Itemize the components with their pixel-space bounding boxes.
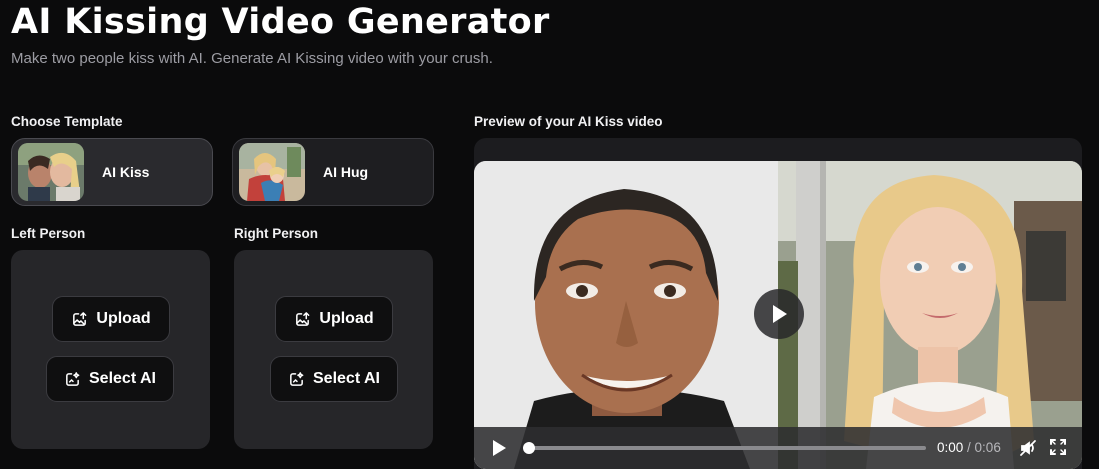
right-person-label: Right Person [234, 226, 319, 241]
time-separator: / [963, 440, 975, 455]
select-ai-label: Select AI [313, 370, 380, 387]
fullscreen-icon [1050, 439, 1066, 455]
template-name: AI Hug [323, 164, 369, 180]
play-icon [773, 305, 787, 323]
ai-select-icon [290, 371, 304, 386]
template-card-ai-kiss[interactable]: AI Kiss [11, 138, 213, 206]
upload-label: Upload [319, 310, 374, 327]
left-select-ai-button[interactable]: Select AI [46, 356, 174, 402]
video-controls: 0:00 / 0:06 [474, 427, 1082, 469]
right-person-panel: Upload Select AI [234, 250, 433, 449]
left-person-label: Left Person [11, 226, 86, 241]
select-ai-label: Select AI [89, 370, 156, 387]
right-upload-button[interactable]: Upload [275, 296, 393, 342]
play-button[interactable] [492, 439, 510, 457]
duration: 0:06 [974, 440, 1001, 455]
page-subtitle: Make two people kiss with AI. Generate A… [11, 50, 493, 67]
fullscreen-button[interactable] [1050, 439, 1066, 460]
ai-select-icon [66, 371, 80, 386]
time-display: 0:00 / 0:06 [937, 440, 1001, 455]
upload-image-icon [73, 311, 87, 326]
current-time: 0:00 [937, 440, 964, 455]
template-thumbnail-hug [239, 143, 305, 201]
progress-thumb[interactable] [523, 442, 535, 454]
upload-label: Upload [96, 310, 151, 327]
template-card-ai-hug[interactable]: AI Hug [232, 138, 434, 206]
big-play-button[interactable] [754, 289, 804, 339]
template-name: AI Kiss [102, 164, 150, 180]
preview-label: Preview of your AI Kiss video [474, 114, 663, 129]
left-person-panel: Upload Select AI [11, 250, 210, 449]
upload-image-icon [296, 311, 310, 326]
page: AI Kissing Video Generator Make two peop… [0, 0, 1099, 469]
mute-button[interactable] [1019, 439, 1037, 462]
left-upload-button[interactable]: Upload [52, 296, 170, 342]
muted-icon [1020, 440, 1036, 456]
right-select-ai-button[interactable]: Select AI [270, 356, 398, 402]
choose-template-label: Choose Template [11, 114, 123, 129]
template-thumbnail-kiss [18, 143, 84, 201]
progress-bar[interactable] [523, 442, 926, 454]
play-icon [493, 440, 506, 456]
page-title: AI Kissing Video Generator [11, 2, 550, 42]
preview-video[interactable]: 0:00 / 0:06 [474, 161, 1082, 469]
